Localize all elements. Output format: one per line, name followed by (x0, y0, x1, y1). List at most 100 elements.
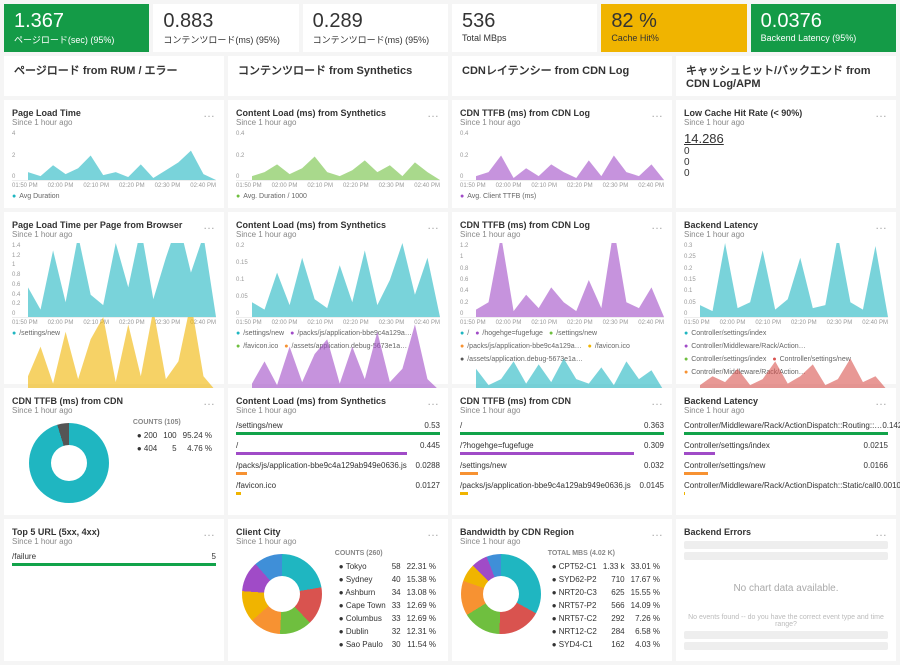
more-icon[interactable]: … (203, 106, 216, 120)
kpi-tile[interactable]: 0.883コンテンツロード(ms) (95%) (153, 4, 298, 52)
kpi-tile[interactable]: 0.289コンテンツロード(ms) (95%) (303, 4, 448, 52)
card-subtitle: Since 1 hour ago (12, 230, 216, 239)
card-title: CDN TTFB (ms) from CDN Log (460, 220, 664, 230)
card-title: Content Load (ms) from Synthetics (236, 396, 440, 406)
chart-card[interactable]: CDN TTFB (ms) from CDN LogSince 1 hour a… (452, 212, 672, 384)
chart-area[interactable]: 0.40.20 (460, 131, 664, 181)
data-row[interactable]: Controller/Middleware/Rack/ActionDispatc… (684, 421, 888, 430)
card-subtitle: Since 1 hour ago (236, 406, 440, 415)
card-title: Content Load (ms) from Synthetics (236, 108, 440, 118)
card-subtitle: Since 1 hour ago (460, 406, 664, 415)
chart-area[interactable]: 0.30.250.20.150.10.050 (684, 243, 888, 318)
data-row[interactable]: /settings/new0.53 (236, 421, 440, 430)
data-row[interactable]: /packs/js/application-bbe9c4a129ab949e06… (236, 461, 440, 470)
card-title: CDN TTFB (ms) from CDN Log (460, 108, 664, 118)
card-title: Content Load (ms) from Synthetics (236, 220, 440, 230)
chart-area[interactable]: 0.40.20 (236, 131, 440, 181)
kpi-value: 1.367 (14, 10, 139, 33)
card-title: Low Cache Hit Rate (< 90%) (684, 108, 888, 118)
data-row[interactable]: Controller/Middleware/Rack/ActionDispatc… (684, 481, 888, 490)
legend-item[interactable]: Avg. Client TTFB (ms) (460, 193, 536, 200)
data-row[interactable]: /failure5 (12, 552, 216, 561)
chart-card[interactable]: Client CitySince 1 hour ago…COUNTS (260)… (228, 519, 448, 661)
data-row[interactable]: /favicon.ico0.0127 (236, 481, 440, 490)
kpi-value: 536 (462, 10, 587, 33)
section-header: コンテンツロード from Synthetics (228, 56, 448, 96)
card-subtitle: Since 1 hour ago (12, 537, 216, 546)
kpi-value: 82 % (611, 10, 736, 33)
card-title: Bandwidth by CDN Region (460, 527, 664, 537)
chart-card[interactable]: Content Load (ms) from SyntheticsSince 1… (228, 100, 448, 208)
kpi-label: コンテンツロード(ms) (95%) (163, 33, 288, 46)
chart-card[interactable]: CDN TTFB (ms) from CDNSince 1 hour ago…C… (4, 388, 224, 515)
data-row[interactable]: /settings/new0.032 (460, 461, 664, 470)
data-row[interactable]: /?hogehge=fugefuge0.309 (460, 441, 664, 450)
kpi-tile[interactable]: 82 %Cache Hit% (601, 4, 746, 52)
chart-card[interactable]: Bandwidth by CDN RegionSince 1 hour ago…… (452, 519, 672, 661)
kpi-label: Total MBps (462, 33, 587, 43)
chart-area[interactable]: 420 (12, 131, 216, 181)
card-title: Backend Latency (684, 396, 888, 406)
section-header: ページロード from RUM / エラー (4, 56, 224, 96)
chart-card[interactable]: Backend Errors…No chart data available.N… (676, 519, 896, 661)
card-subtitle: Since 1 hour ago (236, 537, 440, 546)
chart-card[interactable]: Backend LatencySince 1 hour ago… 0.30.250… (676, 212, 896, 384)
more-icon[interactable]: … (875, 106, 888, 120)
card-subtitle: Since 1 hour ago (12, 118, 216, 127)
more-icon[interactable]: … (427, 394, 440, 408)
chart-area[interactable]: 0.20.150.10.050 (236, 243, 440, 318)
chart-card[interactable]: Content Load (ms) from SyntheticsSince 1… (228, 388, 448, 515)
chart-area[interactable]: 1.41.210.80.60.40.20 (12, 243, 216, 318)
legend-item[interactable]: / (460, 330, 469, 337)
more-icon[interactable]: … (651, 525, 664, 539)
more-icon[interactable]: … (427, 106, 440, 120)
donut-chart[interactable] (461, 554, 541, 634)
section-header: キャッシュヒット/バックエンド from CDN Log/APM (676, 56, 896, 96)
chart-card[interactable]: Low Cache Hit Rate (< 90%)Since 1 hour a… (676, 100, 896, 208)
card-subtitle: Since 1 hour ago (460, 118, 664, 127)
more-icon[interactable]: … (203, 525, 216, 539)
kpi-tile[interactable]: 0.0376Backend Latency (95%) (751, 4, 896, 52)
more-icon[interactable]: … (427, 525, 440, 539)
chart-card[interactable]: Top 5 URL (5xx, 4xx)Since 1 hour ago…/fa… (4, 519, 224, 661)
card-subtitle: Since 1 hour ago (684, 230, 888, 239)
data-row[interactable]: Controller/settings/new0.0166 (684, 461, 888, 470)
chart-card[interactable]: Page Load Time per Page from BrowserSinc… (4, 212, 224, 384)
more-icon[interactable]: … (875, 218, 888, 232)
card-title: Page Load Time (12, 108, 216, 118)
chart-card[interactable]: Page Load TimeSince 1 hour ago…42001:50 … (4, 100, 224, 208)
card-title: Backend Errors (684, 527, 888, 537)
more-icon[interactable]: … (651, 394, 664, 408)
legend-item[interactable]: Avg. Duration / 1000 (236, 193, 307, 200)
data-row[interactable]: Controller/settings/index0.0215 (684, 441, 888, 450)
more-icon[interactable]: … (203, 218, 216, 232)
card-title: Backend Latency (684, 220, 888, 230)
donut-chart[interactable] (242, 554, 322, 634)
data-row[interactable]: /0.363 (460, 421, 664, 430)
chart-card[interactable]: Content Load (ms) from SyntheticsSince 1… (228, 212, 448, 384)
more-icon[interactable]: … (651, 218, 664, 232)
more-icon[interactable]: … (875, 525, 888, 539)
chart-area[interactable]: 1.210.80.60.40.20 (460, 243, 664, 318)
kpi-label: Cache Hit% (611, 33, 736, 43)
card-subtitle: Since 1 hour ago (684, 118, 888, 127)
more-icon[interactable]: … (651, 106, 664, 120)
card-title: CDN TTFB (ms) from CDN (12, 396, 216, 406)
data-row[interactable]: /0.445 (236, 441, 440, 450)
kpi-label: ページロード(sec) (95%) (14, 33, 139, 46)
chart-card[interactable]: Backend LatencySince 1 hour ago…Controll… (676, 388, 896, 515)
data-row[interactable]: /packs/js/application-bbe9c4a129ab949e06… (460, 481, 664, 490)
chart-card[interactable]: CDN TTFB (ms) from CDNSince 1 hour ago…/… (452, 388, 672, 515)
more-icon[interactable]: … (875, 394, 888, 408)
more-icon[interactable]: … (203, 394, 216, 408)
donut-chart[interactable] (29, 423, 109, 503)
section-header: CDNレイテンシー from CDN Log (452, 56, 672, 96)
card-title: Page Load Time per Page from Browser (12, 220, 216, 230)
more-icon[interactable]: … (427, 218, 440, 232)
kpi-tile[interactable]: 1.367ページロード(sec) (95%) (4, 4, 149, 52)
kpi-value: 0.289 (313, 10, 438, 33)
chart-card[interactable]: CDN TTFB (ms) from CDN LogSince 1 hour a… (452, 100, 672, 208)
legend-item[interactable]: Avg Duration (12, 193, 60, 200)
kpi-label: Backend Latency (95%) (761, 33, 886, 43)
kpi-tile[interactable]: 536Total MBps (452, 4, 597, 52)
